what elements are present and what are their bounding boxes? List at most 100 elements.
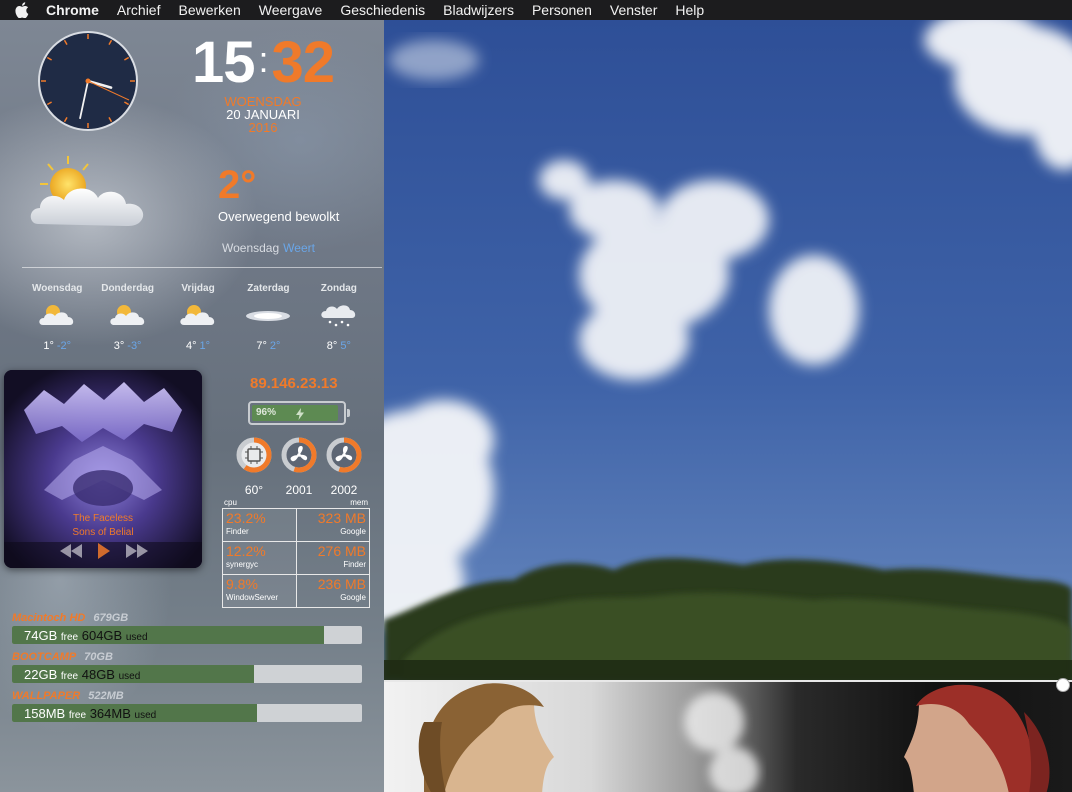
free-label: free (68, 710, 87, 721)
disk-free: 22GB (24, 667, 58, 682)
partly-cloudy-icon (163, 298, 233, 332)
battery-terminal (347, 409, 350, 417)
free-label: free (60, 671, 79, 682)
forecast-high: 1° (43, 340, 54, 352)
disk-item: WALLPAPER 522MB 158MB free 364MB used (12, 690, 364, 722)
wallpaper-preview-image (384, 680, 1072, 792)
gauge-label: 2001 (285, 483, 313, 497)
cpu-value: 9.8% (226, 576, 258, 592)
process-name: Google (340, 527, 366, 536)
menu-help[interactable]: Help (666, 0, 713, 20)
forecast-day: Donderdag 3° -3° (92, 283, 162, 352)
forecast-day-name: Donderdag (101, 283, 154, 294)
disk-text: 74GB free 604GB used (24, 628, 148, 643)
weather-city[interactable]: Weert (283, 241, 315, 255)
used-label: used (125, 632, 148, 643)
forecast-high: 7° (256, 340, 267, 352)
menu-weergave[interactable]: Weergave (250, 0, 332, 20)
mem-cell: 236 MB Google (295, 574, 371, 608)
fog-icon (233, 298, 303, 332)
weather-condition: Overwegend bewolkt (218, 209, 340, 224)
clock-year: 2016 (248, 120, 278, 135)
clock-colon: : (258, 39, 268, 80)
forecast-high: 8° (326, 340, 338, 352)
disk-name: WALLPAPER (12, 690, 81, 702)
menu-venster[interactable]: Venster (601, 0, 666, 20)
fan-speed-gauge: 2001 (281, 437, 317, 497)
used-label: used (134, 710, 157, 721)
menu-bar: Chrome Archief Bewerken Weergave Geschie… (0, 0, 1072, 20)
next-track-icon[interactable] (126, 544, 148, 563)
disk-item: Macintoch HD 679GB 74GB free 604GB used (12, 612, 364, 644)
cpu-column-header: cpu (224, 498, 237, 507)
disk-used: 364MB (89, 706, 131, 721)
gauge-label: 2002 (330, 483, 358, 497)
forecast-high: 4° (185, 340, 197, 352)
menu-bladwijzers[interactable]: Bladwijzers (434, 0, 523, 20)
menu-personen[interactable]: Personen (523, 0, 601, 20)
digital-clock: 15:32 WOENSDAG 20 JANUARI 2016 (178, 28, 348, 135)
menu-geschiedenis[interactable]: Geschiedenis (331, 0, 434, 20)
disk-name: BOOTCAMP (12, 651, 77, 663)
partly-cloudy-icon (26, 152, 154, 241)
disk-size: 522MB (88, 690, 124, 702)
forecast-low: -3° (127, 340, 142, 352)
table-row: 12.2% synergyc 276 MB Finder (222, 541, 371, 575)
weather-location: Woensdag Weert (222, 241, 315, 255)
menu-bewerken[interactable]: Bewerken (169, 0, 249, 20)
disk-text: 158MB free 364MB used (24, 706, 156, 721)
disk-free: 158MB (24, 706, 66, 721)
track-album: Sons of Belial (72, 527, 134, 538)
disk-free: 74GB (24, 628, 58, 643)
used-label: used (118, 671, 141, 682)
weather-day: Woensdag (222, 241, 280, 255)
forecast-day: Vrijdag 4° 1° (163, 283, 233, 352)
partly-cloudy-icon (22, 298, 92, 332)
menu-archief[interactable]: Archief (108, 0, 170, 20)
cpu-value: 23.2% (226, 510, 266, 526)
mem-column-header: mem (350, 498, 368, 507)
menu-app-name[interactable]: Chrome (44, 0, 108, 20)
play-icon[interactable] (98, 543, 110, 564)
disk-name: Macintoch HD (12, 612, 86, 624)
weather-divider (22, 267, 382, 268)
ip-address: 89.146.23.13 (250, 375, 338, 392)
track-artist: The Faceless (72, 513, 134, 524)
window-resize-handle[interactable] (1056, 678, 1070, 692)
forecast-day-name: Vrijdag (181, 283, 215, 294)
table-row: 9.8% WindowServer 236 MB Google (222, 574, 371, 608)
track-info: The Faceless Sons of Belial (4, 512, 202, 540)
cpu-temperature-gauge: 60° (236, 437, 272, 497)
current-temperature: 2° (218, 163, 257, 207)
apple-menu-icon[interactable] (0, 2, 44, 18)
disk-text: 22GB free 48GB used (24, 667, 140, 682)
free-label: free (60, 632, 79, 643)
charging-bolt-icon (296, 407, 304, 425)
gauge-label: 60° (244, 483, 264, 497)
mem-value: 276 MB (317, 543, 366, 559)
forecast-low: 5° (340, 340, 351, 352)
cpu-cell: 9.8% WindowServer (222, 574, 297, 608)
forecast-day: Zondag 8° 5° (304, 283, 374, 352)
process-name: Finder (343, 560, 366, 569)
clock-minutes: 32 (271, 30, 336, 95)
forecast-day: Woensdag 1° -2° (22, 283, 92, 352)
playback-controls (60, 543, 148, 564)
forecast-low: 2° (269, 340, 281, 352)
battery-fill: 96% (252, 405, 339, 421)
disk-used: 604GB (81, 628, 123, 643)
music-player[interactable]: The Faceless Sons of Belial (4, 370, 202, 568)
process-table: 23.2% Finder 323 MB Google 12.2% synergyc 2… (222, 508, 371, 608)
mem-cell: 276 MB Finder (295, 541, 371, 575)
forecast-low: 1° (199, 340, 211, 352)
sensor-gauges: 60° 2001 2002 (236, 437, 362, 497)
forecast-low: -2° (56, 340, 72, 352)
disk-used: 48GB (81, 667, 115, 682)
mem-cell: 323 MB Google (295, 508, 371, 542)
forecast-high: 3° (113, 340, 125, 352)
cpu-value: 12.2% (226, 543, 266, 559)
disk-size: 70GB (84, 651, 113, 663)
previous-track-icon[interactable] (60, 544, 82, 563)
process-name: Finder (226, 527, 249, 536)
clock-hours: 15 (191, 30, 256, 95)
